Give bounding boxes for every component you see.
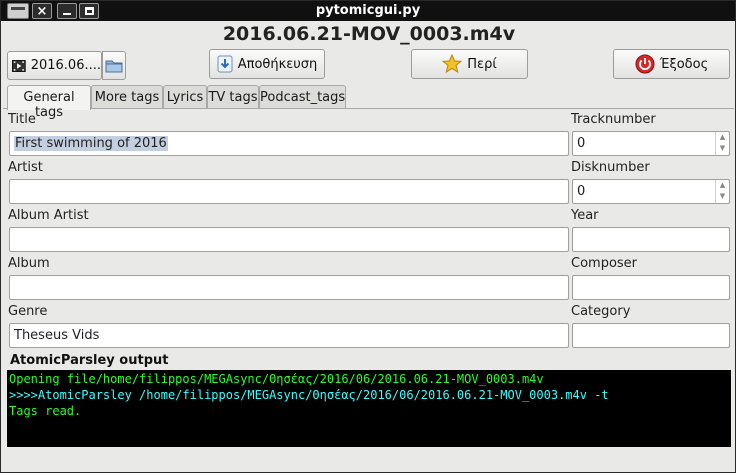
album-label: Album <box>8 256 50 271</box>
output-label: AtomicParsley output <box>10 353 169 368</box>
year-field[interactable] <box>572 227 730 252</box>
composer-field[interactable] <box>572 275 730 300</box>
tracknumber-spinbox[interactable]: 0 ▲ ▼ <box>572 131 730 156</box>
category-label: Category <box>571 304 631 319</box>
spin-up-icon[interactable]: ▲ <box>716 180 729 191</box>
album-artist-field[interactable] <box>9 227 569 252</box>
title-bar[interactable]: × pytomicgui.py <box>1 1 735 21</box>
folder-icon <box>105 60 123 73</box>
disknumber-value: 0 <box>577 184 586 199</box>
composer-label: Composer <box>571 256 638 271</box>
video-file-icon <box>12 59 26 72</box>
about-button[interactable]: Περί <box>411 49 528 79</box>
artist-label: Artist <box>8 160 43 175</box>
power-icon <box>635 54 655 74</box>
save-button[interactable]: Αποθήκευση <box>209 49 325 79</box>
spin-up-icon[interactable]: ▲ <box>716 132 729 143</box>
category-field[interactable] <box>572 323 730 348</box>
window-title: pytomicgui.py <box>315 3 421 18</box>
title-label: Title <box>8 112 36 127</box>
genre-field[interactable]: Theseus Vids <box>9 323 569 348</box>
tab-more-tags[interactable]: More tags <box>91 85 163 109</box>
open-folder-button[interactable] <box>102 51 126 80</box>
year-label: Year <box>571 208 599 223</box>
download-arrow-icon <box>217 55 233 73</box>
artist-field[interactable] <box>9 179 569 204</box>
file-combo-value: 2016.06.... <box>30 58 101 73</box>
tab-tv-tags[interactable]: TV tags <box>207 85 259 109</box>
tracknumber-value: 0 <box>577 136 586 151</box>
spin-down-icon[interactable]: ▼ <box>716 191 729 202</box>
tab-lyrics[interactable]: Lyrics <box>163 85 207 109</box>
output-console[interactable]: Opening file/home/filippos/MEGAsync/Θησέ… <box>7 370 731 447</box>
about-button-label: Περί <box>467 56 497 72</box>
tab-podcast-tags[interactable]: Podcast_tags <box>259 85 346 109</box>
exit-button[interactable]: Έξοδος <box>613 49 730 79</box>
album-field[interactable] <box>9 275 569 300</box>
tracknumber-label: Tracknumber <box>571 112 656 127</box>
tab-general-tags[interactable]: General tags <box>7 85 91 120</box>
console-line: Tags read. <box>9 404 82 418</box>
title-field[interactable]: First swimming of 2016 <box>9 131 569 156</box>
album-artist-label: Album Artist <box>8 208 89 223</box>
disknumber-label: Disknumber <box>571 160 650 175</box>
console-line: >>>>AtomicParsley /home/filippos/MEGAsyn… <box>9 388 609 402</box>
console-line: Opening file/home/filippos/MEGAsync/Θησέ… <box>9 372 544 386</box>
file-select-combo[interactable]: 2016.06.... <box>7 51 102 80</box>
genre-label: Genre <box>8 304 48 319</box>
file-heading: 2016.06.21-MOV_0003.m4v <box>222 23 516 45</box>
disknumber-spinbox[interactable]: 0 ▲ ▼ <box>572 179 730 204</box>
star-icon <box>442 54 463 74</box>
save-button-label: Αποθήκευση <box>237 56 318 72</box>
spin-down-icon[interactable]: ▼ <box>716 143 729 154</box>
title-field-value: First swimming of 2016 <box>14 136 168 151</box>
exit-button-label: Έξοδος <box>659 56 709 72</box>
main-window: × pytomicgui.py 2016.06.21-MOV_0003.m4v … <box>0 0 736 473</box>
